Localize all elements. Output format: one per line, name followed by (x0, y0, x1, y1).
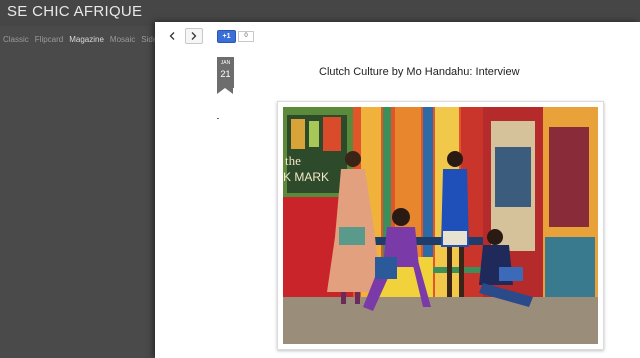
post-image[interactable]: the K MARK (283, 107, 598, 344)
plusone-count: 0 (238, 30, 254, 42)
divider-dot (217, 118, 219, 119)
blog-title[interactable]: SE CHIC AFRIQUE (7, 3, 142, 20)
view-nav: Classic Flipcard Magazine Mosaic Sidebar (0, 30, 169, 48)
panel-toolbar: +1 0 (163, 28, 254, 44)
post-date-badge: JAN 21 (217, 57, 234, 94)
chevron-left-icon (169, 32, 175, 40)
nav-item-magazine[interactable]: Magazine (69, 35, 104, 44)
post-title[interactable]: Clutch Culture by Mo Handahu: Interview (319, 66, 520, 78)
post-date-month: JAN (220, 60, 231, 66)
plusone-button[interactable]: +1 (217, 29, 236, 43)
post-date-day: 21 (220, 69, 231, 79)
post-image-frame: the K MARK (277, 101, 604, 350)
previous-post-button[interactable] (163, 28, 181, 44)
date-badge-notch (217, 88, 233, 94)
nav-item-flipcard[interactable]: Flipcard (35, 35, 63, 44)
background-dimmed-area (0, 48, 155, 358)
google-plusone-widget[interactable]: +1 0 (217, 29, 254, 43)
svg-text:K MARK: K MARK (283, 170, 329, 184)
svg-text:the: the (285, 153, 301, 168)
nav-item-mosaic[interactable]: Mosaic (110, 35, 135, 44)
post-panel: +1 0 JAN 21 Clutch Culture by Mo Handahu… (155, 22, 640, 358)
nav-item-classic[interactable]: Classic (3, 35, 29, 44)
post-photo-illustration: the K MARK (283, 107, 598, 344)
next-post-button[interactable] (185, 28, 203, 44)
chevron-right-icon (191, 32, 197, 40)
